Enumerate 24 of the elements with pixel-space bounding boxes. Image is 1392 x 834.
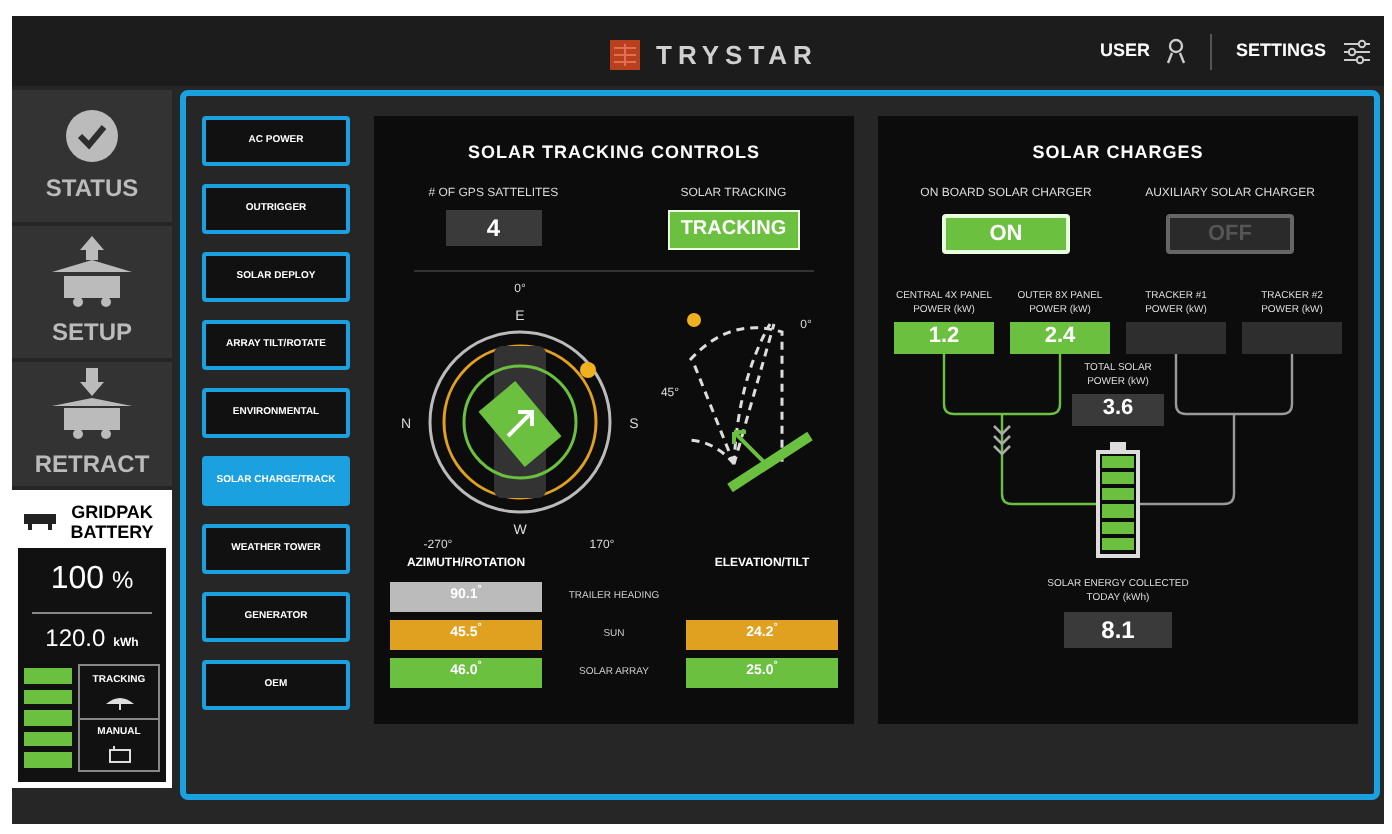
gps-value: 4 xyxy=(445,209,542,245)
settings-icon[interactable] xyxy=(1342,37,1372,65)
battery-energy: 120.0 xyxy=(45,622,106,656)
battery-icon xyxy=(1096,441,1140,557)
battery-percent: 100 xyxy=(50,560,105,600)
energy-value: 8.1 xyxy=(1064,611,1172,647)
settings-link[interactable]: SETTINGS xyxy=(1235,37,1326,65)
trailer-up-icon xyxy=(48,235,136,307)
check-icon xyxy=(64,107,120,163)
nav-setup-button[interactable]: SETUP xyxy=(12,226,172,358)
panel-power-value: 1.2 xyxy=(894,321,994,353)
user-icon[interactable] xyxy=(1165,38,1186,64)
panel-title: SOLAR TRACKING CONTROLS xyxy=(468,140,760,166)
panel-title: SOLAR CHARGES xyxy=(1032,140,1204,166)
logo-icon xyxy=(610,40,640,71)
battery-title: GRIDPAK BATTERY xyxy=(68,502,156,542)
total-power-value: 3.6 xyxy=(1072,393,1164,425)
panel-power-value: 2.4 xyxy=(1010,321,1110,353)
nav-status-button[interactable]: STATUS xyxy=(12,90,172,222)
nav-retract-button[interactable]: RETRACT xyxy=(12,362,172,486)
percent-unit: % xyxy=(112,564,134,598)
brand-name: TRYSTAR xyxy=(656,38,818,74)
user-link[interactable]: USER xyxy=(1099,37,1150,65)
umbrella-icon xyxy=(103,693,135,709)
